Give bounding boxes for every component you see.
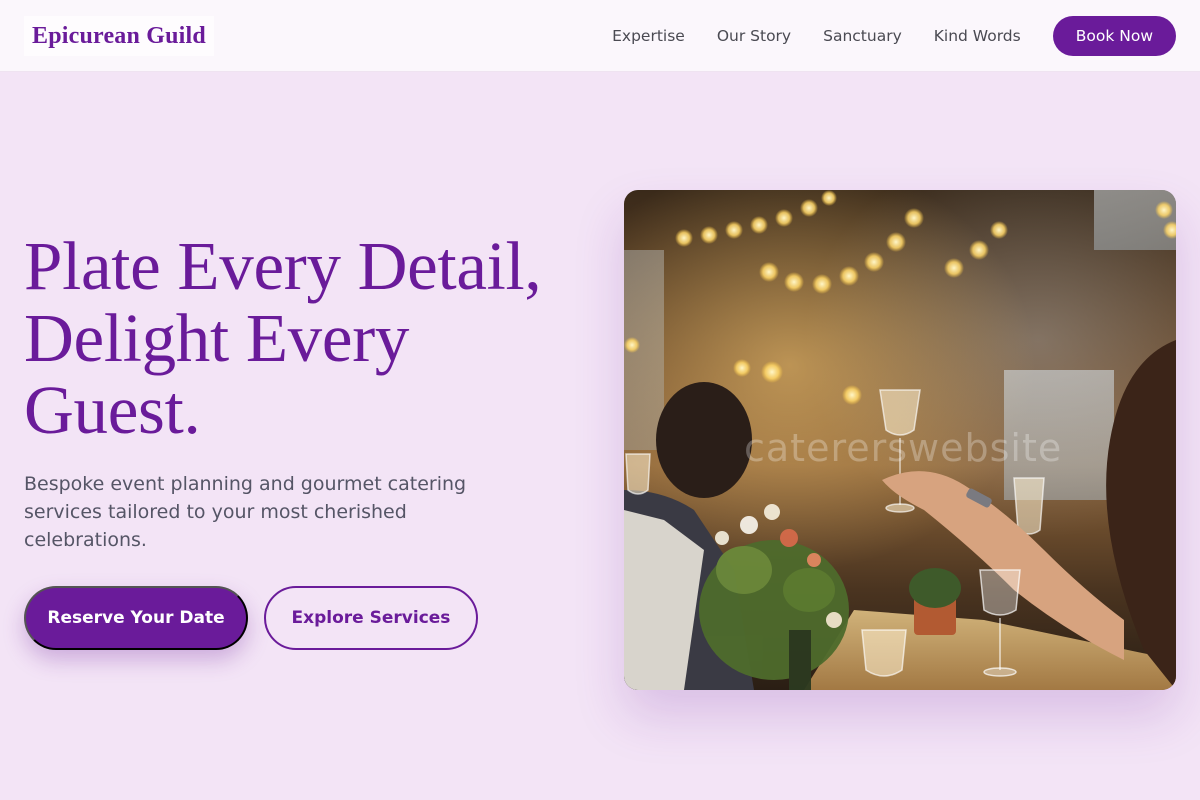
image-watermark: catererswebsite (744, 426, 1063, 470)
hero-title-line-1: Plate Every Detail, (24, 228, 542, 304)
hero-title: Plate Every Detail, Delight Every Guest. (24, 230, 604, 446)
main-nav: Expertise Our Story Sanctuary Kind Words… (612, 16, 1176, 56)
nav-link-expertise[interactable]: Expertise (612, 27, 685, 45)
reserve-date-button[interactable]: Reserve Your Date (24, 586, 248, 650)
explore-services-button[interactable]: Explore Services (264, 586, 478, 650)
hero-image: catererswebsite (624, 190, 1176, 690)
site-logo[interactable]: Epicurean Guild (24, 16, 214, 56)
nav-link-our-story[interactable]: Our Story (717, 27, 791, 45)
book-now-button[interactable]: Book Now (1052, 16, 1176, 56)
nav-link-kind-words[interactable]: Kind Words (934, 27, 1021, 45)
nav-link-sanctuary[interactable]: Sanctuary (823, 27, 902, 45)
hero-title-line-3: Guest. (24, 372, 201, 448)
hero-title-line-2: Delight Every (24, 300, 410, 376)
hero-subtitle: Bespoke event planning and gourmet cater… (24, 473, 467, 551)
site-header: Epicurean Guild Expertise Our Story Sanc… (0, 0, 1200, 72)
